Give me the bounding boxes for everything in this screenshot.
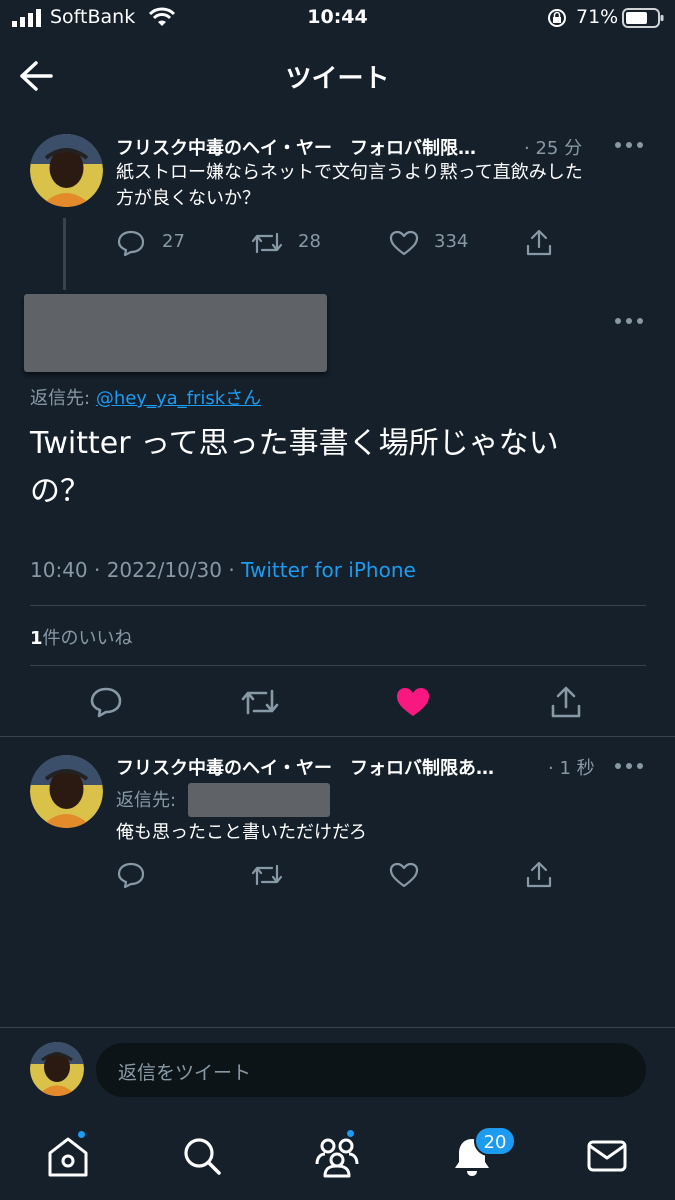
timestamp-text: 10:40 · 2022/10/30 ·: [30, 558, 242, 582]
reply-button[interactable]: 27: [116, 228, 216, 258]
like-count: 334: [434, 231, 469, 252]
retweet-icon: [251, 864, 283, 886]
divider: [0, 1027, 675, 1028]
retweet-icon: [251, 232, 283, 254]
share-button[interactable]: [524, 860, 554, 890]
reply-count: 27: [162, 231, 185, 252]
tweet-text: 紙ストロー嫌ならネットで文句言うより黙って直飲みした 方が良くないか？: [116, 160, 656, 212]
tweet-text-line: 紙ストロー嫌ならネットで文句言うより黙って直飲みした: [116, 162, 583, 183]
battery-percent: 71%: [576, 6, 619, 28]
retweet-button[interactable]: [250, 860, 284, 890]
more-options-icon[interactable]: [614, 316, 644, 326]
reply-to-label: 返信先:: [30, 388, 91, 409]
notification-count-badge: 20: [474, 1126, 516, 1156]
share-icon: [551, 686, 581, 718]
divider: [30, 665, 646, 666]
avatar-image: [30, 134, 103, 207]
avatar[interactable]: [30, 1042, 84, 1096]
search-icon: [184, 1138, 221, 1175]
redacted-mention-block: [188, 783, 330, 817]
reply-button[interactable]: [116, 860, 146, 890]
avatar-image: [30, 755, 103, 828]
likes-count: 1: [30, 628, 43, 649]
tab-messages[interactable]: [586, 1138, 628, 1174]
clock: 10:44: [307, 6, 368, 28]
reply-input-placeholder: 返信をツイート: [118, 1062, 252, 1084]
thread-line: [63, 218, 66, 290]
tweet-text: 俺も思ったこと書いただけだろ: [116, 822, 367, 843]
main-tweet-text-line: Twitter って思った事書く場所じゃない: [30, 426, 559, 461]
likes-summary[interactable]: 1件のいいね: [30, 624, 133, 650]
author-name[interactable]: フリスク中毒のヘイ・ヤー フォロバ制限あ…: [116, 754, 548, 780]
like-button[interactable]: [394, 684, 432, 720]
status-bar: SoftBank 10:44 71%: [0, 0, 675, 40]
heart-filled-icon: [397, 688, 429, 716]
tweet-text-line: 方が良くないか？: [116, 188, 260, 209]
avatar-image: [30, 1042, 84, 1096]
home-unread-dot: [76, 1129, 87, 1140]
reply-icon: [90, 687, 122, 718]
share-icon: [526, 229, 552, 256]
like-button[interactable]: [388, 860, 420, 890]
share-icon: [526, 861, 552, 888]
tab-communities[interactable]: [314, 1134, 360, 1178]
reply-icon: [117, 230, 145, 257]
reply-icon: [117, 862, 145, 889]
main-tweet-text: Twitter って思った事書く場所じゃない の？: [30, 420, 630, 516]
tab-search[interactable]: [182, 1136, 222, 1176]
communities-unread-dot: [345, 1128, 356, 1139]
source-link[interactable]: Twitter for iPhone: [241, 558, 416, 582]
messages-icon: [587, 1140, 627, 1172]
battery-icon: [622, 8, 664, 28]
share-button[interactable]: [524, 228, 556, 258]
tweet-timestamp: 10:40 · 2022/10/30 · Twitter for iPhone: [30, 558, 416, 582]
more-options-icon[interactable]: [614, 761, 644, 771]
retweet-button[interactable]: 28: [250, 228, 350, 258]
author-name[interactable]: フリスク中毒のヘイ・ヤー フォロバ制限…: [116, 134, 524, 160]
tweet-time: · 25 分: [524, 138, 583, 159]
likes-label: 件のいいね: [42, 628, 133, 649]
tweet-time: · 1 秒: [548, 758, 595, 779]
divider: [30, 605, 646, 606]
home-icon: [48, 1137, 88, 1177]
retweet-button[interactable]: [240, 684, 280, 720]
main-tweet-text-line: の？: [30, 474, 90, 509]
avatar[interactable]: [30, 134, 103, 207]
reply-to: 返信先: @hey_ya_friskさん: [30, 384, 261, 410]
heart-icon: [389, 862, 419, 888]
avatar[interactable]: [30, 755, 103, 828]
orientation-lock-icon: [548, 9, 566, 27]
reply-button[interactable]: [88, 684, 124, 720]
tab-home[interactable]: [46, 1135, 90, 1179]
communities-icon: [315, 1138, 359, 1178]
more-options-icon[interactable]: [614, 140, 644, 150]
retweet-count: 28: [298, 231, 321, 252]
mention-suffix: さん: [225, 388, 262, 409]
mention-handle: @hey_ya_frisk: [95, 388, 226, 409]
share-button[interactable]: [548, 684, 584, 720]
retweet-icon: [241, 689, 279, 715]
reply-to-label: 返信先:: [116, 790, 177, 811]
heart-icon: [389, 230, 419, 256]
like-button[interactable]: 334: [388, 228, 498, 258]
page-title: ツイート: [285, 64, 390, 94]
divider: [0, 736, 675, 737]
mention-link[interactable]: @hey_ya_friskさん: [96, 388, 261, 409]
redacted-author-block: [24, 294, 327, 372]
